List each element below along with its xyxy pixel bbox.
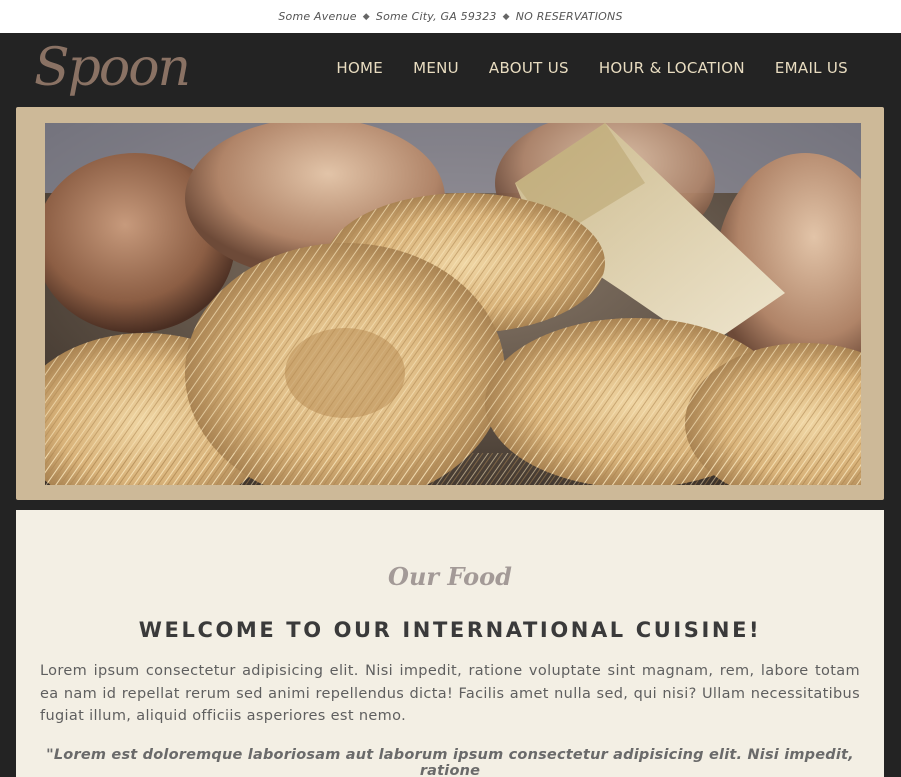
section-title: Our Food — [388, 562, 512, 591]
address-street: Some Avenue — [278, 10, 357, 23]
main-nav: HOME MENU ABOUT US HOUR & LOCATION EMAIL… — [306, 59, 848, 77]
welcome-heading: WELCOME TO OUR INTERNATIONAL CUISINE! — [138, 618, 762, 642]
nav-about-us[interactable]: ABOUT US — [489, 59, 569, 77]
address-city: Some City, GA 59323 — [375, 10, 497, 23]
site-header: Spoon HOME MENU ABOUT US HOUR & LOCATION… — [0, 33, 901, 107]
separator-diamond-icon: ◆ — [362, 11, 370, 22]
nav-home[interactable]: HOME — [336, 59, 383, 77]
reservations-note: NO RESERVATIONS — [515, 10, 623, 23]
nav-email-us[interactable]: EMAIL US — [775, 59, 848, 77]
nav-menu[interactable]: MENU — [413, 59, 459, 77]
intro-paragraph: Lorem ipsum consectetur adipisicing elit… — [40, 663, 860, 724]
separator-diamond-icon: ◆ — [502, 11, 510, 22]
address-bar: Some Avenue ◆ Some City, GA 59323 ◆ NO R… — [0, 0, 901, 33]
spoon-logo[interactable]: Spoon — [34, 37, 191, 99]
hero-image — [45, 123, 861, 485]
content-section: Our Food WELCOME TO OUR INTERNATIONAL CU… — [16, 510, 884, 777]
nav-hour-location[interactable]: HOUR & LOCATION — [599, 59, 745, 77]
quote-text: "Lorem est doloremque laboriosam aut lab… — [46, 747, 854, 777]
